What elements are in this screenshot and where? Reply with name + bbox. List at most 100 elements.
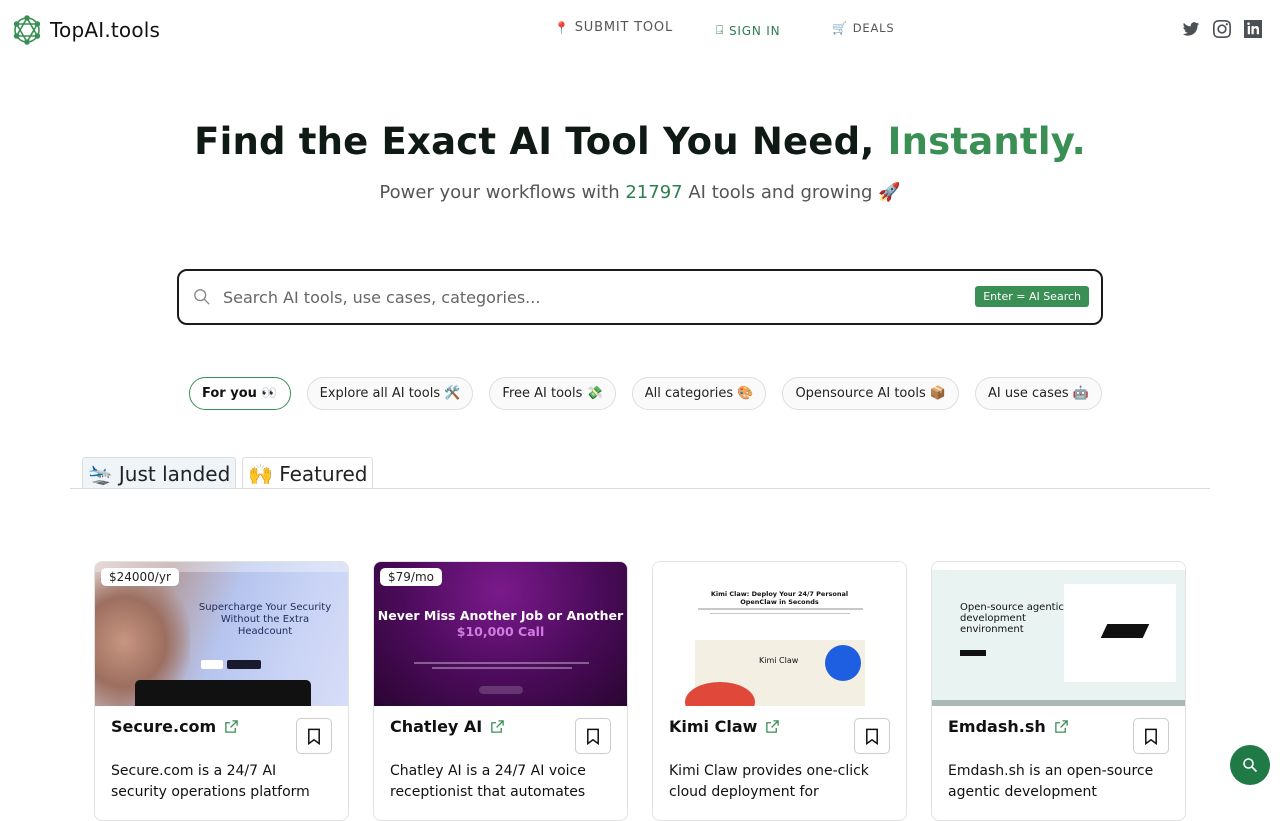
thumbnail-parallelogram-shape bbox=[1100, 624, 1150, 638]
thumbnail-illustration bbox=[1064, 584, 1176, 682]
submit-tool-label: SUBMIT TOOL bbox=[574, 20, 674, 35]
card-title-link[interactable]: Kimi Claw bbox=[669, 717, 780, 736]
chip-all-categories[interactable]: All categories 🎨 bbox=[631, 377, 767, 410]
bookmark-button[interactable] bbox=[575, 718, 611, 754]
hero-title-accent: Instantly. bbox=[887, 120, 1086, 163]
chip-explore-all[interactable]: Explore all AI tools 🛠️ bbox=[306, 377, 474, 410]
tool-name: Emdash.sh bbox=[948, 717, 1046, 736]
ai-search-hint-badge[interactable]: Enter = AI Search bbox=[975, 286, 1089, 307]
thumbnail-product-label: Kimi Claw bbox=[759, 656, 799, 665]
thumbnail-navbar bbox=[932, 562, 1185, 570]
tool-cards: Supercharge Your Security Without the Ex… bbox=[94, 561, 1186, 821]
hero-title-main: Find the Exact AI Tool You Need, bbox=[194, 120, 888, 163]
tab-just-landed-label: Just landed bbox=[118, 461, 231, 486]
thumbnail-headline: Open-source agentic development environm… bbox=[960, 602, 1064, 635]
thumbnail-button bbox=[960, 650, 986, 656]
submit-tool-link[interactable]: 📍 SUBMIT TOOL bbox=[554, 20, 673, 35]
twitter-icon[interactable] bbox=[1182, 20, 1200, 38]
tool-count: 21797 bbox=[625, 182, 683, 203]
external-link-icon bbox=[1054, 720, 1068, 733]
sign-in-label: SIGN IN bbox=[729, 23, 781, 38]
tool-description: Kimi Claw provides one-click cloud deplo… bbox=[669, 763, 869, 800]
rocket-icon: 🚀 bbox=[878, 182, 901, 203]
tab-featured-label: Featured bbox=[279, 461, 368, 486]
instagram-icon[interactable] bbox=[1213, 20, 1231, 38]
raised-hands-icon: 🙌 bbox=[248, 461, 274, 486]
external-link-icon bbox=[225, 720, 238, 733]
tool-thumbnail[interactable]: Open-source agentic development environm… bbox=[932, 562, 1185, 706]
tool-thumbnail[interactable]: Kimi Claw: Deploy Your 24/7 Personal Ope… bbox=[653, 562, 906, 706]
tool-thumbnail[interactable]: Supercharge Your Security Without the Ex… bbox=[95, 562, 348, 706]
thumbnail-mascot-shape bbox=[825, 645, 861, 681]
tabs-divider bbox=[70, 488, 1210, 489]
chip-opensource[interactable]: Opensource AI tools 📦 bbox=[782, 377, 960, 410]
tool-card[interactable]: Open-source agentic development environm… bbox=[931, 561, 1186, 821]
search-icon bbox=[194, 289, 210, 305]
search-icon bbox=[1243, 758, 1258, 773]
floating-search-button[interactable] bbox=[1230, 745, 1270, 785]
search-bar: Enter = AI Search bbox=[177, 269, 1103, 325]
hero-subtitle-prefix: Power your workflows with bbox=[379, 182, 626, 203]
external-link-icon bbox=[766, 720, 780, 733]
bookmark-button[interactable] bbox=[854, 718, 890, 754]
tool-description: Chatley AI is a 24/7 AI voice receptioni… bbox=[390, 763, 586, 800]
thumbnail-illustration: Kimi Claw bbox=[685, 640, 865, 706]
chip-free-tools[interactable]: Free AI tools 💸 bbox=[489, 377, 616, 410]
thumbnail-button bbox=[201, 660, 223, 669]
tool-card[interactable]: Never Miss Another Job or Another $10,00… bbox=[373, 561, 628, 821]
network-logo-icon bbox=[13, 15, 41, 45]
hero-subtitle: Power your workflows with 21797 AI tools… bbox=[0, 182, 1280, 203]
login-icon: ⍈ bbox=[716, 23, 725, 37]
thumbnail-money-text: $10,000 Call bbox=[456, 624, 545, 639]
price-badge: $24000/yr bbox=[101, 568, 179, 586]
bookmark-icon bbox=[587, 728, 599, 745]
search-input[interactable] bbox=[223, 271, 963, 323]
airplane-landing-icon: 🛬 bbox=[88, 461, 113, 486]
tool-name: Chatley AI bbox=[390, 717, 483, 736]
card-title-link[interactable]: Secure.com bbox=[111, 717, 239, 736]
thumbnail-headline: Never Miss Another Job or Another $10,00… bbox=[374, 608, 627, 640]
thumbnail-body-text bbox=[698, 608, 863, 617]
cart-icon: 🛒 bbox=[832, 21, 848, 35]
tool-thumbnail[interactable]: Never Miss Another Job or Another $10,00… bbox=[374, 562, 627, 706]
bookmark-icon bbox=[1145, 728, 1157, 745]
bookmark-icon bbox=[308, 728, 320, 745]
linkedin-icon[interactable] bbox=[1244, 20, 1262, 38]
tool-card[interactable]: Kimi Claw: Deploy Your 24/7 Personal Ope… bbox=[652, 561, 907, 821]
chip-use-cases[interactable]: AI use cases 🤖 bbox=[975, 377, 1103, 410]
thumbnail-button bbox=[479, 686, 523, 694]
pin-icon: 📍 bbox=[554, 20, 570, 35]
chip-for-you[interactable]: For you 👀 bbox=[189, 377, 291, 410]
hero-subtitle-suffix: AI tools and growing bbox=[682, 182, 879, 203]
thumbnail-footer-strip bbox=[932, 700, 1185, 706]
card-title-link[interactable]: Emdash.sh bbox=[948, 717, 1069, 736]
tab-featured[interactable]: 🙌 Featured bbox=[242, 457, 374, 489]
thumbnail-headline: Kimi Claw: Deploy Your 24/7 Personal Ope… bbox=[710, 590, 849, 606]
bookmark-button[interactable] bbox=[296, 718, 332, 754]
sign-in-link[interactable]: ⍈ SIGN IN bbox=[716, 23, 780, 38]
site-header: TopAI.tools 📍 SUBMIT TOOL ⍈ SIGN IN 🛒 DE… bbox=[0, 0, 1280, 62]
deals-label: DEALS bbox=[852, 21, 895, 35]
bookmark-button[interactable] bbox=[1133, 718, 1169, 754]
tab-just-landed[interactable]: 🛬 Just landed bbox=[82, 457, 237, 489]
deals-link[interactable]: 🛒 DEALS bbox=[832, 21, 894, 35]
thumbnail-body-text bbox=[414, 662, 589, 678]
hero-title: Find the Exact AI Tool You Need, Instant… bbox=[0, 120, 1280, 163]
thumbnail-claw-shape bbox=[685, 682, 755, 706]
tool-card[interactable]: Supercharge Your Security Without the Ex… bbox=[94, 561, 349, 821]
thumbnail-headline: Supercharge Your Security Without the Ex… bbox=[198, 602, 332, 637]
brand-name: TopAI.tools bbox=[50, 18, 161, 42]
tool-description: Emdash.sh is an open-source agentic deve… bbox=[948, 763, 1154, 800]
external-link-icon bbox=[491, 720, 505, 733]
bookmark-icon bbox=[866, 728, 878, 745]
tool-name: Kimi Claw bbox=[669, 717, 758, 736]
tool-description: Secure.com is a 24/7 AI security operati… bbox=[111, 763, 310, 800]
thumbnail-headline-text: Never Miss Another Job or Another bbox=[377, 608, 624, 623]
card-title-link[interactable]: Chatley AI bbox=[390, 717, 505, 736]
tool-name: Secure.com bbox=[111, 717, 217, 736]
filter-chips: For you 👀 Explore all AI tools 🛠️ Free A… bbox=[189, 377, 1103, 410]
thumbnail-laptop-image bbox=[135, 680, 311, 706]
listing-tabs: 🛬 Just landed 🙌 Featured bbox=[82, 457, 374, 489]
brand-logo-link[interactable]: TopAI.tools bbox=[12, 15, 160, 45]
social-links bbox=[1182, 20, 1262, 38]
